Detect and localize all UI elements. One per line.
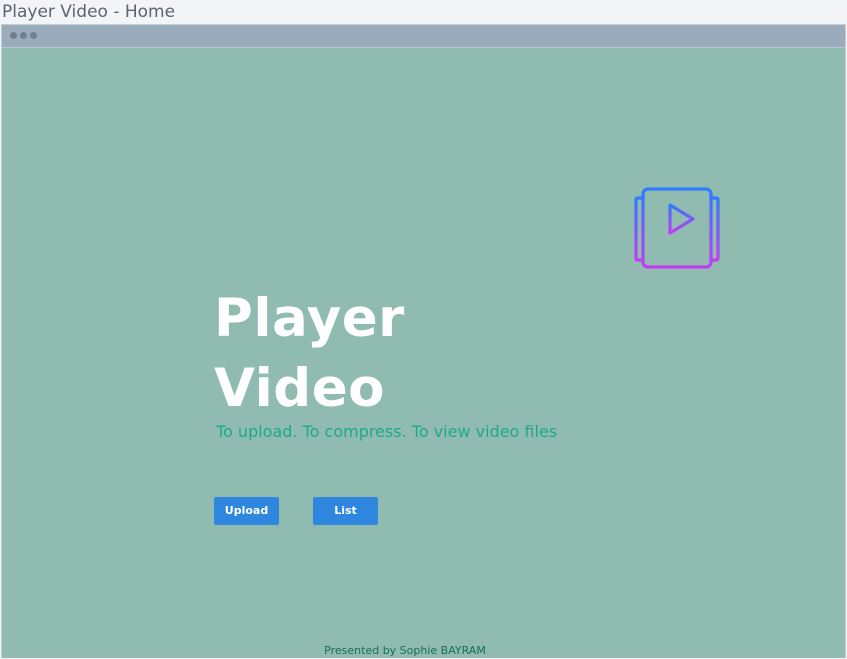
window-title: Player Video - Home (2, 2, 176, 22)
list-button[interactable]: List (313, 497, 378, 525)
page-subtitle: To upload. To compress. To view video fi… (216, 422, 558, 441)
upload-button[interactable]: Upload (214, 497, 279, 525)
window-titlebar (2, 25, 845, 48)
video-player-icon (634, 186, 720, 272)
window-dot-icon[interactable] (30, 32, 37, 39)
page-title-line2: Video (214, 358, 386, 419)
window-controls (10, 32, 37, 39)
page-title-line1: Player (214, 288, 405, 349)
window-dot-icon[interactable] (10, 32, 17, 39)
footer-credit: Presented by Sophie BAYRAM (324, 644, 486, 657)
app-window: Player Video To upload. To compress. To … (1, 24, 846, 658)
window-dot-icon[interactable] (20, 32, 27, 39)
home-page: Player Video To upload. To compress. To … (2, 48, 845, 658)
page-title: Player Video (214, 284, 405, 424)
